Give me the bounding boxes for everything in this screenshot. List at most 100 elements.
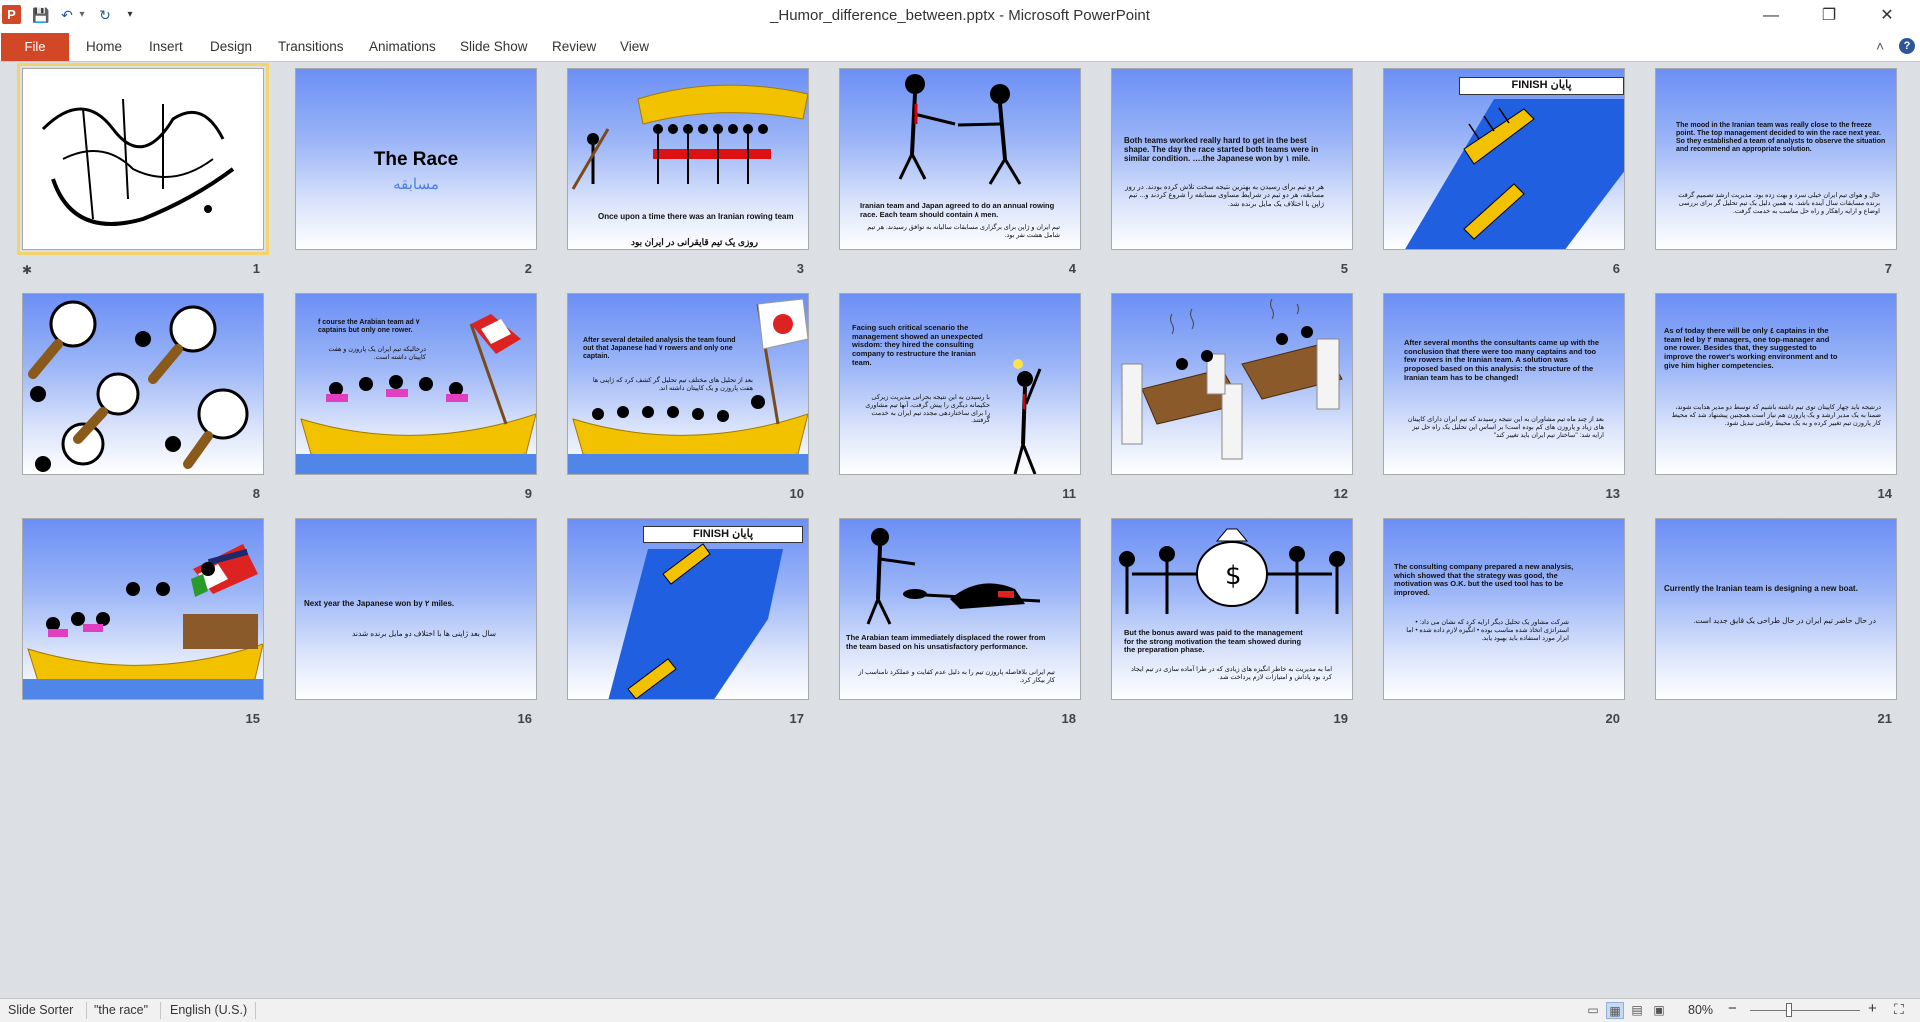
slide-thumbnail-11[interactable]: Facing such critical scenario the manage… [839, 293, 1081, 475]
slide-thumbnail-18[interactable]: The Arabian team immediately displaced t… [839, 518, 1081, 700]
animation-icon[interactable]: ✱ [22, 263, 32, 277]
slide-number: 10 [789, 486, 804, 501]
ribbon-tabs: File Home Insert Design Transitions Anim… [0, 32, 1920, 62]
tab-review[interactable]: Review [552, 39, 596, 54]
slide-number: 4 [1068, 261, 1076, 276]
slide-thumbnail-7[interactable]: The mood in the Iranian team was really … [1655, 68, 1897, 250]
slide-thumbnail-14[interactable]: As of today there will be only ٤ captain… [1655, 293, 1897, 475]
slide-number: 13 [1605, 486, 1620, 501]
slide-number: 14 [1877, 486, 1892, 501]
slide-thumbnail-9[interactable]: f course the Arabian team ad ۷ captains … [295, 293, 537, 475]
tab-insert[interactable]: Insert [149, 39, 183, 54]
boat-japan-illustration [568, 298, 808, 474]
rower-fired-illustration [866, 528, 1041, 625]
slide-thumbnail-6[interactable]: FINISH پایان [1383, 68, 1625, 250]
tab-home[interactable]: Home [86, 39, 122, 54]
status-language[interactable]: English (U.S.) [170, 1003, 247, 1017]
slide-show-view-icon[interactable]: ▣ [1650, 1002, 1668, 1019]
tab-slide-show[interactable]: Slide Show [460, 39, 528, 54]
river-race-illustration [1405, 99, 1624, 249]
fit-to-window-icon[interactable]: ⛶ [1894, 1001, 1904, 1018]
slide-thumbnail-19[interactable]: $ But the bonus award was paid to the ma… [1111, 518, 1353, 700]
reading-view-icon[interactable]: ▤ [1628, 1002, 1646, 1019]
window-title: _Humor_difference_between.pptx - Microso… [770, 7, 1150, 24]
status-separator [160, 1002, 161, 1019]
slide-number: 6 [1612, 261, 1620, 276]
minimize-button[interactable]: — [1748, 0, 1794, 32]
bonus-money-bag-illustration: $ [1119, 528, 1345, 614]
slide-english-text: But the bonus award was paid to the mana… [1124, 628, 1303, 655]
slide-english-text: Next year the Japanese won by ۲ miles. [304, 599, 455, 608]
slide-thumbnail-20[interactable]: The consulting company prepared a new an… [1383, 518, 1625, 700]
river-race-illustration [608, 543, 783, 699]
slide-thumbnail-16[interactable]: Next year the Japanese won by ۲ miles. س… [295, 518, 537, 700]
slide-thumbnail-1[interactable] [17, 63, 269, 255]
slide-english-text: Currently the Iranian team is designing … [1664, 584, 1858, 593]
slide-thumbnail-3[interactable]: Once upon a time there was an Iranian ro… [567, 68, 809, 250]
zoom-level[interactable]: 80% [1688, 1003, 1713, 1017]
slide-number: 1 [252, 261, 260, 276]
slide-persian-text: درنتیجه باید چهار کاپیتان توی تیم داشته … [1671, 404, 1881, 427]
slide-persian-text: روزی یک تیم قایقرانی در ایران بود [630, 237, 758, 247]
tab-animations[interactable]: Animations [369, 39, 436, 54]
slide-number: 17 [789, 711, 804, 726]
chevron-up-icon[interactable]: ˄ [1876, 38, 1884, 54]
restore-button[interactable]: ❐ [1806, 0, 1852, 32]
title-bar: P 💾 ↶ ▾ ↻ ▾ _Humor_difference_between.pp… [0, 0, 1920, 32]
slide-number: 7 [1884, 261, 1892, 276]
slide-english-text: The consulting company prepared a new an… [1394, 562, 1574, 597]
slide-number: 3 [796, 261, 804, 276]
zoom-slider[interactable] [1750, 1010, 1860, 1011]
slide-thumbnail-15[interactable] [22, 518, 264, 700]
boat-managers-illustration [23, 544, 263, 699]
close-button[interactable]: ✕ [1864, 0, 1910, 32]
slide-thumbnail-5[interactable]: Both teams worked really hard to get in … [1111, 68, 1353, 250]
status-separator [255, 1002, 256, 1019]
slide-thumbnail-10[interactable]: After several detailed analysis the team… [567, 293, 809, 475]
zoom-in-button[interactable]: + [1868, 1000, 1877, 1017]
slide-persian-text: حال و هوای تیم ایران خیلی سرد و بهت زده … [1678, 192, 1880, 215]
tab-transitions[interactable]: Transitions [278, 39, 344, 54]
slide-persian-text: سال بعد ژاپنی ها با اختلاف دو مایل برنده… [351, 629, 496, 638]
handshake-illustration [898, 74, 1022, 185]
slide-persian-text: بعد از چند ماه تیم مشاوران به این نتیجه … [1407, 416, 1604, 439]
slide-number: 8 [252, 486, 260, 501]
slide-english-text: The Arabian team immediately displaced t… [846, 633, 1046, 651]
slide-number: 9 [524, 486, 532, 501]
slide-thumbnail-21[interactable]: Currently the Iranian team is designing … [1655, 518, 1897, 700]
tab-view[interactable]: View [620, 39, 649, 54]
slide-number: 5 [1340, 261, 1348, 276]
analysts-magnifier-illustration [28, 300, 249, 472]
zoom-slider-handle[interactable] [1786, 1003, 1792, 1017]
tab-file[interactable]: File [1, 33, 69, 61]
slide-thumbnail-12[interactable] [1111, 293, 1353, 475]
slide-english-text: After several months the consultants cam… [1404, 338, 1600, 382]
slide-persian-text: تیم ایرانی بلافاصله پاروزن تیم را به دلی… [858, 669, 1055, 684]
idea-man-illustration [1013, 359, 1042, 474]
slide-persian-text: شرکت مشاور یک تحلیل دیگر ارایه کرد که نش… [1406, 619, 1569, 642]
normal-view-icon[interactable]: ▭ [1584, 1002, 1602, 1019]
slide-thumbnail-2[interactable]: The Race مسابقه [295, 68, 537, 250]
slide-number: 20 [1605, 711, 1620, 726]
slide-thumbnail-13[interactable]: After several months the consultants cam… [1383, 293, 1625, 475]
slide-persian-text: تیم ایران و ژاپن برای برگزاری مسابقات سا… [867, 224, 1060, 239]
slide-number: 18 [1061, 711, 1076, 726]
status-theme-name[interactable]: "the race" [94, 1003, 148, 1017]
slide-sorter-view-icon[interactable]: ▦ [1606, 1002, 1624, 1019]
tab-design[interactable]: Design [210, 39, 252, 54]
consultants-desks-illustration [1121, 298, 1343, 460]
slide-thumbnail-4[interactable]: Iranian team and Japan agreed to do an a… [839, 68, 1081, 250]
status-separator [86, 1002, 87, 1019]
slide-english-text: As of today there will be only ٤ captain… [1664, 326, 1838, 370]
zoom-out-button[interactable]: − [1728, 1000, 1737, 1017]
slide-number: 19 [1333, 711, 1348, 726]
calligraphy-image [41, 98, 235, 226]
finish-banner: FINISH پایان [1459, 77, 1624, 95]
help-icon[interactable]: ? [1899, 38, 1915, 54]
slide-thumbnail-8[interactable] [22, 293, 264, 475]
slide-english-text: Once upon a time there was an Iranian ro… [598, 212, 794, 221]
slide-thumbnail-17[interactable]: FINISH پایان [567, 518, 809, 700]
slide-english-text: Iranian team and Japan agreed to do an a… [860, 201, 1055, 219]
slide-persian-text: اما به مدیریت به خاطر انگیزه های زیادی ک… [1131, 666, 1332, 681]
rowing-team-illustration [571, 84, 808, 190]
